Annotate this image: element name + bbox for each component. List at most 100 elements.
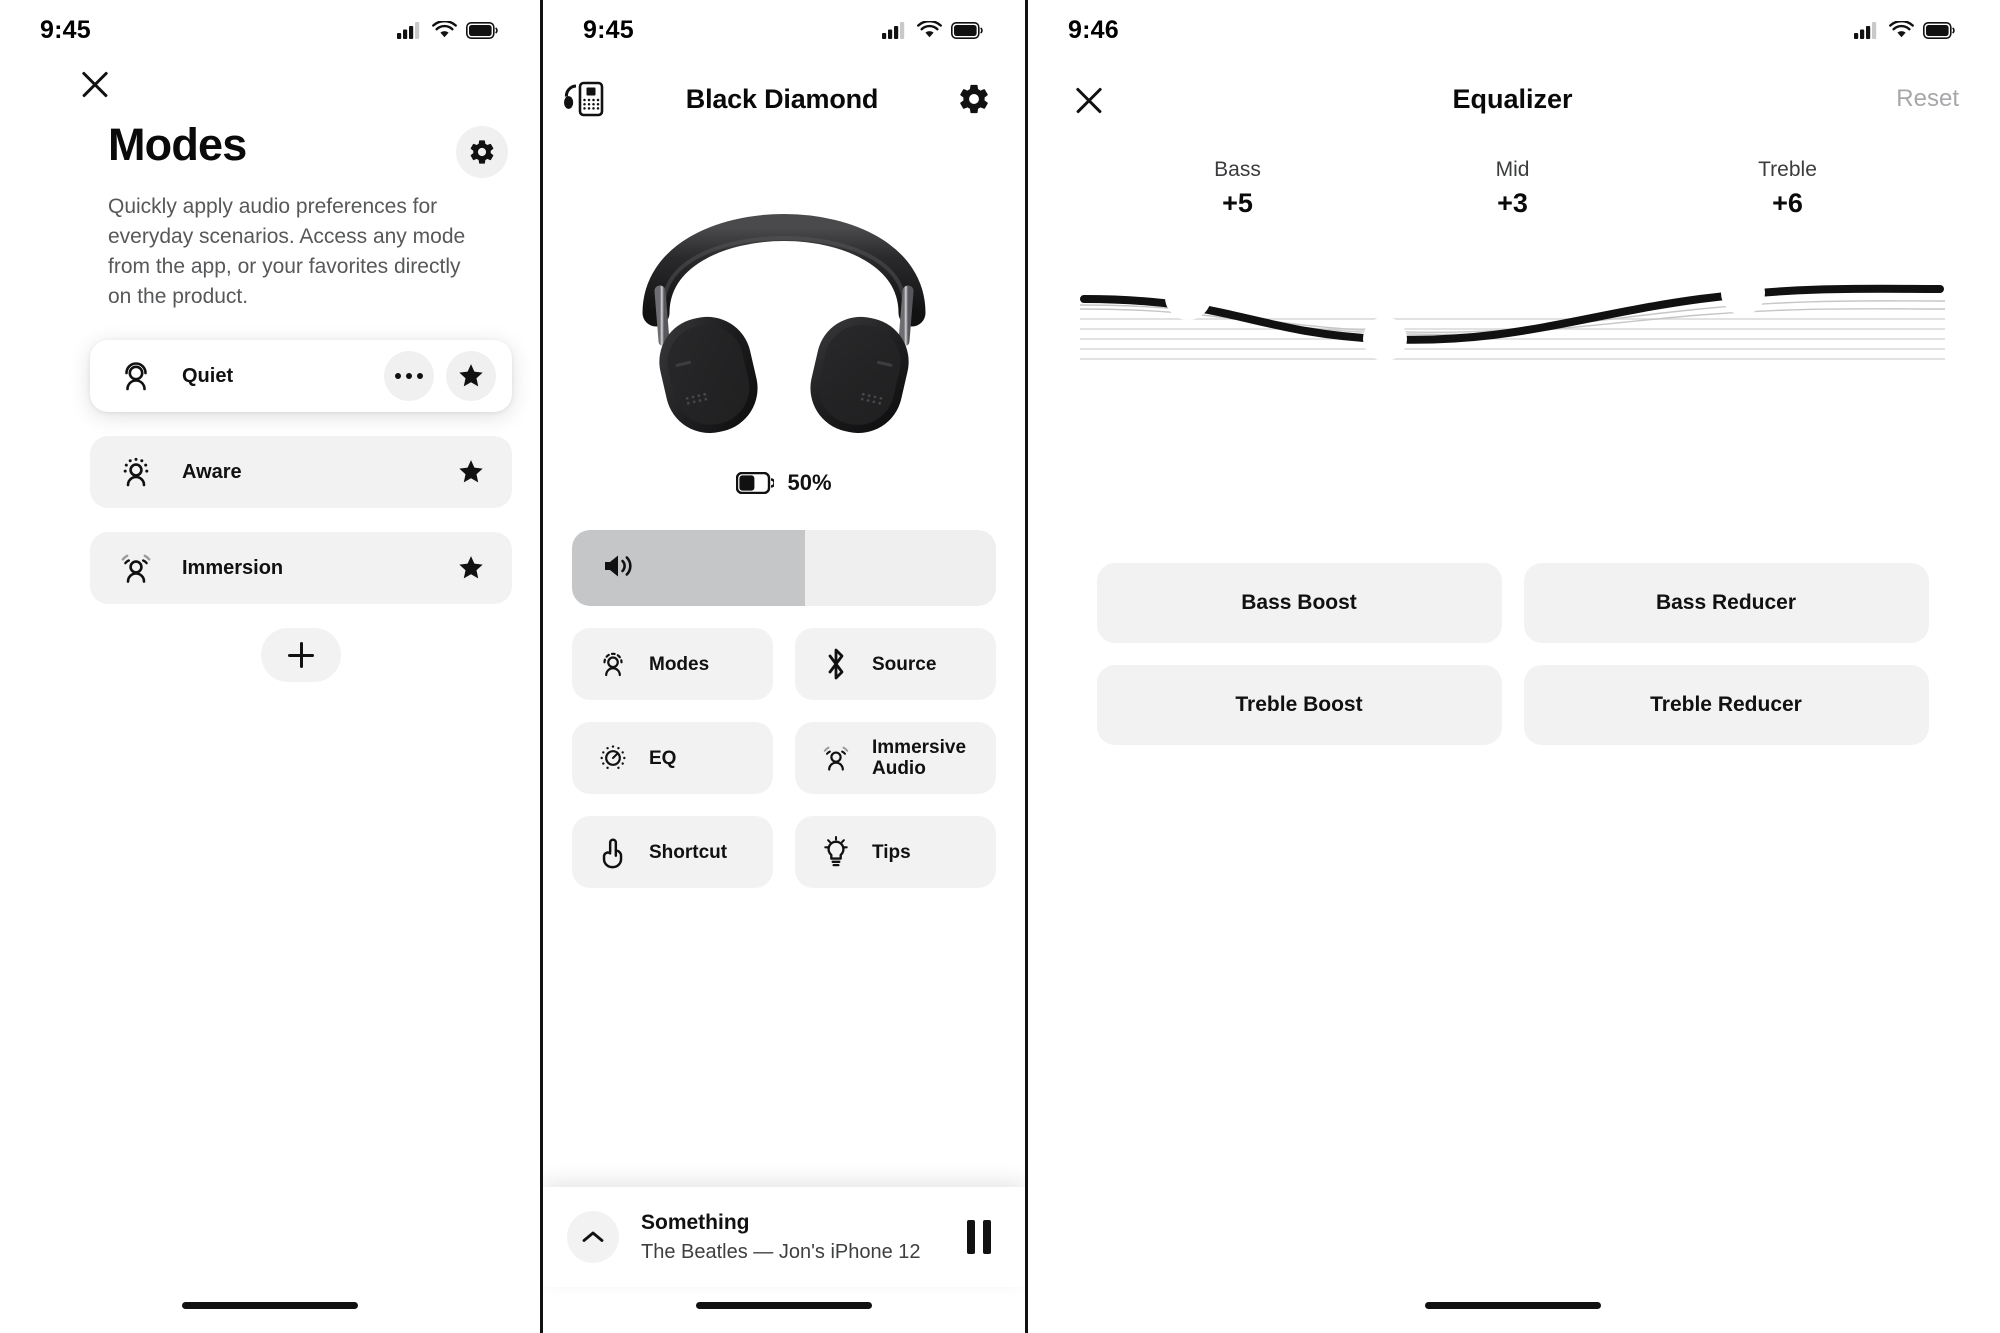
mode-label: Immersion (182, 556, 284, 579)
now-playing-bar[interactable]: Something The Beatles — Jon's iPhone 12 (543, 1187, 1025, 1287)
preset-bass-reducer[interactable]: Bass Reducer (1523, 563, 1929, 643)
mode-row-quiet[interactable]: Quiet (90, 340, 512, 412)
close-icon (1072, 82, 1106, 116)
home-indicator (182, 1302, 358, 1309)
wifi-icon (1889, 21, 1914, 38)
favorite-button-quiet[interactable] (446, 351, 496, 401)
eq-dial-icon (594, 741, 632, 775)
battery-percent: 50% (787, 470, 832, 495)
immersion-mode-icon (116, 548, 156, 588)
volume-slider[interactable] (572, 530, 996, 606)
band-treble: Treble +6 (1708, 158, 1868, 219)
preset-treble-reducer[interactable]: Treble Reducer (1523, 665, 1929, 745)
gear-icon (470, 140, 494, 164)
dot (395, 373, 401, 379)
battery-half-icon (736, 472, 775, 494)
tile-tips[interactable]: Tips (795, 816, 996, 888)
page-title: Modes (108, 119, 247, 170)
mode-label: Quiet (182, 364, 234, 387)
close-icon (78, 66, 112, 100)
battery-full-icon (466, 21, 498, 39)
wifi-icon (917, 21, 942, 38)
screen-equalizer: 9:46 Equalizer Reset Bass +5 Mid +3 Treb… (1028, 0, 1997, 1333)
track-title: Something (641, 1210, 750, 1234)
favorite-button-immersion[interactable] (446, 543, 496, 593)
status-bar-device: 9:45 (543, 0, 1025, 60)
cellular-bars-icon (1854, 22, 1877, 39)
star-icon (459, 556, 483, 579)
preset-bass-boost[interactable]: Bass Boost (1096, 563, 1502, 643)
equalizer-title: Equalizer (1452, 83, 1573, 114)
pause-button[interactable] (967, 1220, 991, 1254)
screen-device-home: 9:45 Black Diamond 50% Modes Source EQ I… (540, 0, 1028, 1333)
close-button-modes[interactable] (78, 66, 112, 100)
tile-label: Source (872, 653, 937, 675)
tile-shortcut[interactable]: Shortcut (572, 816, 773, 888)
quiet-mode-icon (116, 356, 156, 396)
tile-label: Immersive Audio (872, 737, 967, 779)
device-settings-button[interactable] (957, 82, 991, 116)
dot (417, 373, 423, 379)
tile-source[interactable]: Source (795, 628, 996, 700)
bluetooth-icon (817, 647, 855, 681)
band-mid: Mid +3 (1433, 158, 1593, 219)
tile-label: Tips (872, 841, 911, 863)
dot (406, 373, 412, 379)
tile-label: Shortcut (649, 841, 728, 863)
aware-mode-icon (116, 452, 156, 492)
three-screen-mockup: 9:45 Modes Quickly apply audio preferenc… (0, 0, 2000, 1333)
tile-label: EQ (649, 747, 677, 769)
wifi-icon (432, 21, 457, 38)
expand-player-button[interactable] (567, 1211, 619, 1263)
lightbulb-icon (817, 835, 855, 869)
add-mode-button[interactable] (261, 628, 341, 682)
headphones-illustration (642, 214, 926, 434)
reset-button[interactable]: Reset (1896, 85, 1959, 113)
tile-modes[interactable]: Modes (572, 628, 773, 700)
connected-devices-button[interactable] (561, 78, 607, 120)
now-playing-text: Something The Beatles — Jon's iPhone 12 (641, 1211, 967, 1264)
star-icon (459, 460, 483, 483)
mode-row-immersion[interactable]: Immersion (90, 532, 512, 604)
plus-icon (288, 642, 314, 668)
mode-more-button-quiet[interactable] (384, 351, 434, 401)
home-indicator (696, 1302, 872, 1309)
modes-list: Quiet Aware Immersion (90, 340, 512, 682)
device-title: Black Diamond (685, 83, 879, 114)
close-button-equalizer[interactable] (1072, 82, 1106, 116)
modes-settings-button[interactable] (456, 126, 508, 178)
status-time: 9:45 (40, 15, 91, 44)
pause-icon (983, 1220, 991, 1254)
battery-status: 50% (543, 470, 1025, 496)
cellular-bars-icon (882, 22, 905, 39)
tile-eq[interactable]: EQ (572, 722, 773, 794)
device-header: Black Diamond (543, 66, 1025, 132)
equalizer-band-values: Bass +5 Mid +3 Treble +6 (1028, 134, 1997, 219)
status-icons (397, 21, 498, 39)
equalizer-curve[interactable] (1028, 271, 1997, 395)
chevron-up-icon (582, 1231, 604, 1242)
band-bass: Bass +5 (1158, 158, 1318, 219)
band-value: +5 (1222, 188, 1253, 218)
band-name: Treble (1758, 158, 1817, 181)
favorite-button-aware[interactable] (446, 447, 496, 497)
product-image (543, 136, 1025, 466)
tile-immersive-audio[interactable]: Immersive Audio (795, 722, 996, 794)
status-icons (1854, 21, 1955, 39)
mode-label: Aware (182, 460, 242, 483)
tap-gesture-icon (594, 835, 632, 869)
home-indicator (1424, 1302, 1601, 1309)
status-bar-modes: 9:45 (0, 0, 540, 60)
pause-icon (967, 1220, 975, 1254)
modes-description: Quickly apply audio preferences for ever… (108, 195, 466, 308)
band-value: +6 (1772, 188, 1803, 218)
mode-row-aware[interactable]: Aware (90, 436, 512, 508)
star-icon (459, 364, 483, 387)
eq-presets-grid: Bass Boost Bass Reducer Treble Boost Tre… (1096, 563, 1929, 745)
immersive-audio-icon (817, 741, 855, 775)
preset-treble-boost[interactable]: Treble Boost (1096, 665, 1502, 745)
eq-curve-graph (1079, 271, 1946, 361)
speaker-volume-icon (602, 551, 636, 586)
band-value: +3 (1497, 188, 1528, 218)
gear-icon (960, 84, 988, 114)
